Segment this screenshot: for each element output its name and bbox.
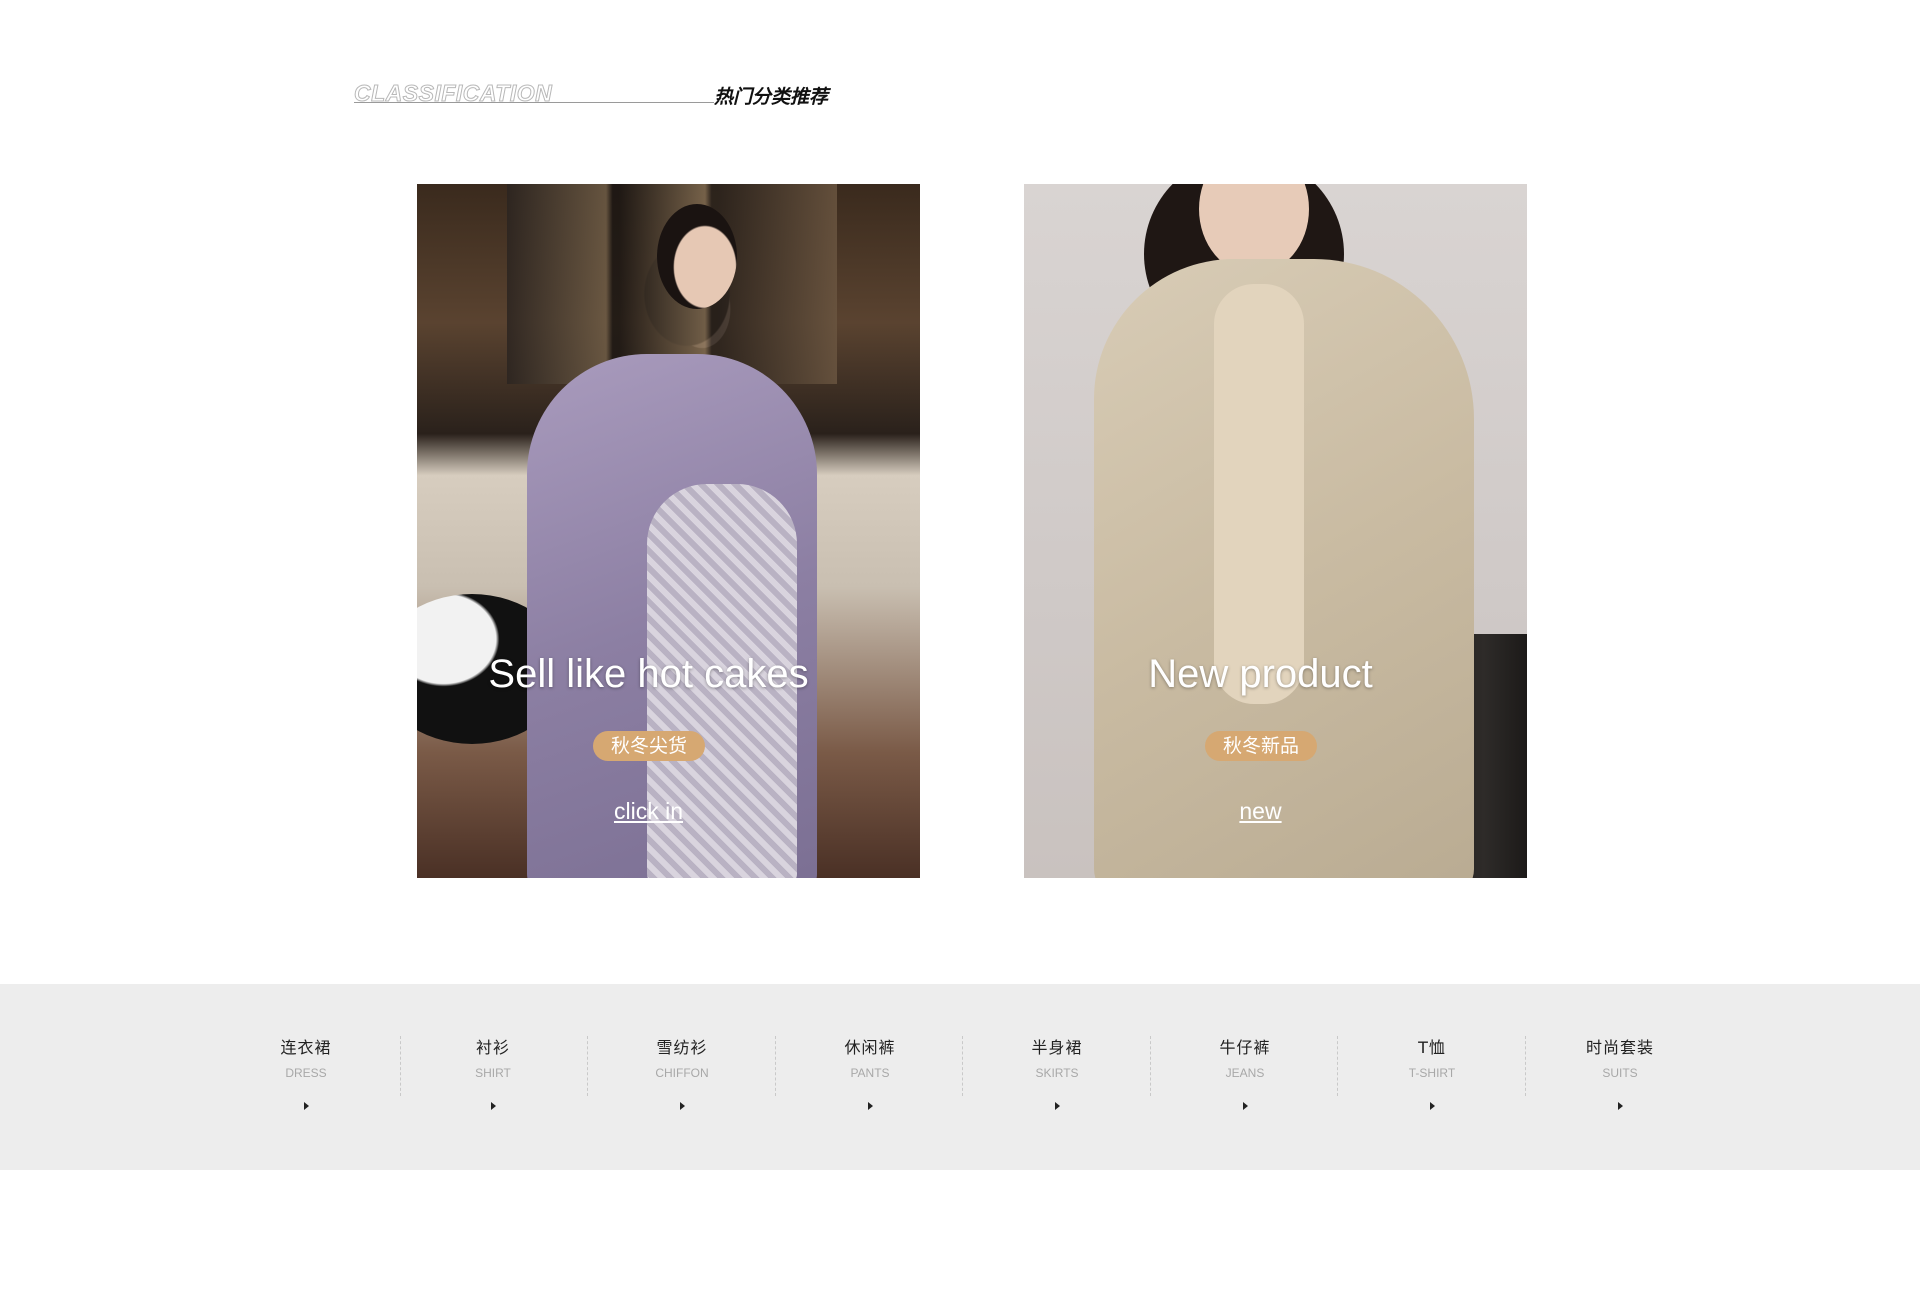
- card-overlay: Sell like hot cakes 秋冬尖货 click in: [417, 184, 920, 878]
- category-label: 连衣裙: [280, 1038, 332, 1057]
- category-label: 衬衫: [475, 1038, 510, 1057]
- category-sublabel: CHIFFON: [655, 1066, 709, 1080]
- category-sublabel: JEANS: [1225, 1066, 1265, 1080]
- category-bar: 连衣裙 DRESS 衬衫 SHIRT 雪纺衫 CHIFFON 休闲裤 PANTS…: [0, 984, 1920, 1170]
- category-label: 半身裙: [1031, 1038, 1083, 1057]
- arrow-right-icon: [867, 1102, 873, 1110]
- divider: [1337, 1036, 1338, 1096]
- divider: [587, 1036, 588, 1096]
- category-item-chiffon[interactable]: 雪纺衫 CHIFFON: [607, 1034, 757, 1110]
- category-label: 牛仔裤: [1219, 1038, 1271, 1057]
- arrow-right-icon: [1242, 1102, 1248, 1110]
- category-item-pants[interactable]: 休闲裤 PANTS: [795, 1034, 945, 1110]
- category-sublabel: SUITS: [1602, 1066, 1638, 1080]
- arrow-right-icon: [1429, 1102, 1435, 1110]
- card-link[interactable]: click in: [417, 798, 900, 825]
- card-overlay: New product 秋冬新品 new: [1024, 184, 1527, 878]
- card-link[interactable]: new: [1024, 798, 1512, 825]
- arrow-right-icon: [1054, 1102, 1060, 1110]
- divider: [962, 1036, 963, 1096]
- card-title: New product: [1148, 652, 1373, 696]
- divider: [400, 1036, 401, 1096]
- promo-card-hot[interactable]: Sell like hot cakes 秋冬尖货 click in: [417, 184, 920, 878]
- category-sublabel: DRESS: [285, 1066, 327, 1080]
- divider: [775, 1036, 776, 1096]
- section-heading: CLASSIFICATION 热门分类推荐: [353, 78, 834, 118]
- heading-rule: [354, 102, 714, 103]
- category-label: 休闲裤: [844, 1038, 896, 1057]
- promo-card-new[interactable]: New product 秋冬新品 new: [1024, 184, 1527, 878]
- heading-chinese: 热门分类推荐: [714, 86, 829, 108]
- card-badge: 秋冬尖货: [592, 731, 706, 761]
- category-sublabel: SHIRT: [475, 1066, 511, 1080]
- category-sublabel: SKIRTS: [1035, 1066, 1079, 1080]
- category-item-shirt[interactable]: 衬衫 SHIRT: [418, 1034, 568, 1110]
- arrow-right-icon: [1617, 1102, 1623, 1110]
- category-item-skirts[interactable]: 半身裙 SKIRTS: [982, 1034, 1132, 1110]
- category-sublabel: PANTS: [850, 1066, 890, 1080]
- card-badge: 秋冬新品: [1204, 731, 1318, 761]
- category-item-suits[interactable]: 时尚套装 SUITS: [1545, 1034, 1695, 1110]
- category-item-dress[interactable]: 连衣裙 DRESS: [231, 1034, 381, 1110]
- arrow-right-icon: [679, 1102, 685, 1110]
- category-label: T恤: [1418, 1038, 1446, 1057]
- divider: [1525, 1036, 1526, 1096]
- arrow-right-icon: [303, 1102, 309, 1110]
- card-title: Sell like hot cakes: [488, 652, 809, 696]
- category-item-tshirt[interactable]: T恤 T-SHIRT: [1357, 1034, 1507, 1110]
- category-sublabel: T-SHIRT: [1408, 1066, 1456, 1080]
- category-label: 雪纺衫: [656, 1038, 708, 1057]
- category-label: 时尚套装: [1585, 1038, 1654, 1057]
- category-item-jeans[interactable]: 牛仔裤 JEANS: [1170, 1034, 1320, 1110]
- divider: [1150, 1036, 1151, 1096]
- arrow-right-icon: [490, 1102, 496, 1110]
